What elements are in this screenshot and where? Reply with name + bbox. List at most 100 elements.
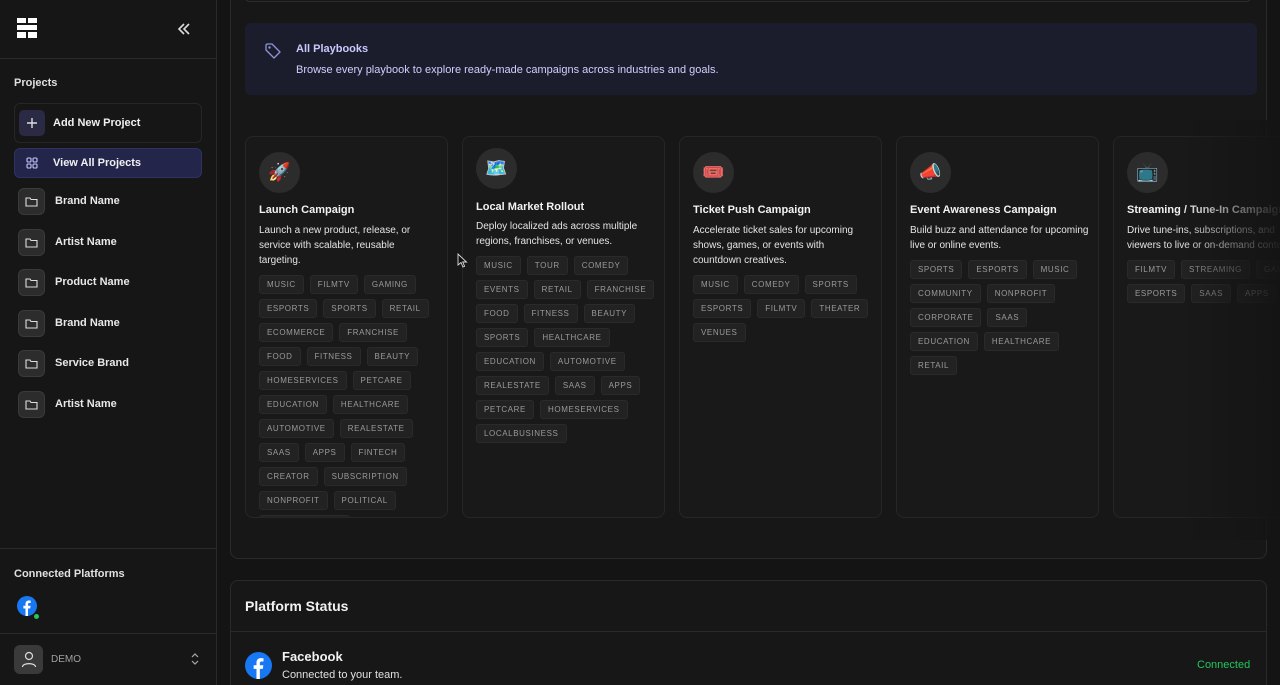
add-new-project-button[interactable]: Add New Project (14, 103, 202, 143)
tag-chip[interactable]: EDUCATION (910, 332, 978, 351)
collapse-sidebar-icon[interactable] (176, 21, 192, 37)
playbook-description: Launch a new product, release, or servic… (259, 225, 411, 266)
tag-chip[interactable]: COMEDY (743, 275, 799, 294)
tag-chip[interactable]: NONPROFIT (259, 491, 328, 510)
playbook-card[interactable]: 🚀 Launch Campaign Launch a new product, … (245, 136, 448, 518)
tag-chip[interactable]: BEAUTY (583, 304, 636, 323)
tag-chip[interactable]: FRANCHISE (339, 323, 407, 342)
tag-chip[interactable]: MUSIC (693, 275, 738, 294)
tag-chip[interactable]: THEATER (811, 299, 869, 318)
tag-chip[interactable]: SUBSCRIPTION (323, 467, 407, 486)
project-item[interactable]: Product Name (18, 268, 130, 296)
mouse-cursor-icon (457, 253, 468, 268)
tag-chip[interactable]: CORPORATE (910, 308, 982, 327)
playbook-card[interactable]: 📺 Streaming / Tune-In Campaign Drive tun… (1113, 136, 1280, 518)
tag-chip[interactable]: LOCALBUSINESS (259, 515, 350, 517)
tag-chip[interactable]: FILMTV (757, 299, 806, 318)
grid-icon (19, 150, 45, 176)
tag-chip[interactable]: PETCARE (476, 400, 534, 419)
tag-chip[interactable]: FILMTV (309, 275, 358, 294)
tag-chip[interactable]: COMMUNITY (910, 284, 981, 303)
app-logo-icon[interactable] (17, 18, 37, 38)
tag-chip[interactable]: LOCALBUSINESS (476, 424, 567, 443)
tag-chip[interactable]: SPORTS (476, 328, 529, 347)
playbook-card[interactable]: 🗺️ Local Market Rollout Deploy localized… (462, 136, 665, 518)
project-item[interactable]: Brand Name (18, 309, 120, 337)
divider (0, 633, 216, 634)
connected-status-dot (33, 613, 40, 620)
tag-chip[interactable]: NONPROFIT (986, 284, 1056, 303)
tag-chip[interactable]: RETAIL (910, 356, 958, 375)
folder-icon (18, 268, 45, 296)
tag-chip[interactable]: EDUCATION (259, 395, 327, 414)
tag-chip[interactable]: APPS (1237, 284, 1277, 303)
playbook-description: Accelerate ticket sales for upcoming sho… (693, 225, 854, 266)
user-avatar[interactable] (14, 645, 43, 674)
tag-chip[interactable]: HEALTHCARE (332, 395, 409, 414)
tag-chip[interactable]: SPORTS (910, 260, 963, 279)
tag-chip[interactable]: MUSIC (1032, 260, 1078, 279)
playbook-card[interactable]: 🎟️ Ticket Push Campaign Accelerate ticke… (679, 136, 882, 518)
tag-chip[interactable]: PETCARE (352, 371, 411, 390)
tag-chip[interactable]: HEALTHCARE (983, 332, 1060, 351)
tag-chip[interactable]: ESPORTS (968, 260, 1027, 279)
user-name: DEMO (51, 654, 81, 665)
project-item[interactable]: Artist Name (18, 228, 117, 256)
project-label: Artist Name (55, 236, 117, 248)
tag-chip[interactable]: ECOMMERCE (259, 323, 334, 342)
tag-chip[interactable]: CREATOR (259, 467, 318, 486)
tag-chip[interactable]: VENUES (693, 323, 746, 342)
tag-chip[interactable]: STREAMING (1181, 260, 1251, 279)
tag-chip[interactable]: FRANCHISE (586, 280, 655, 299)
tag-chip[interactable]: SPORTS (323, 299, 376, 318)
tag-chip[interactable]: HOMESERVICES (259, 371, 347, 390)
tag-chip[interactable]: SPORTS (804, 275, 857, 294)
view-all-projects-button[interactable]: View All Projects (14, 148, 202, 178)
tag-chip[interactable]: FOOD (259, 347, 301, 366)
project-label: Brand Name (55, 317, 120, 329)
tag-chip[interactable]: RETAIL (381, 299, 429, 318)
tag-list: SPORTS ESPORTS MUSIC COMMUNITY NONPROFIT CORP… (910, 260, 1095, 375)
tag-chip[interactable]: SAAS (259, 443, 299, 462)
tag-chip[interactable]: GAMING (1256, 260, 1280, 279)
tag-chip[interactable]: HEALTHCARE (534, 328, 610, 347)
tag-chip[interactable]: ESPORTS (693, 299, 752, 318)
tag-list: MUSIC FILMTV GAMING ESPORTS SPORTS RETAIL ECOM… (259, 275, 444, 517)
tag-chip[interactable]: FINTECH (350, 443, 406, 462)
tag-chip[interactable]: MUSIC (476, 256, 521, 275)
tag-chip[interactable]: AUTOMOTIVE (549, 352, 625, 371)
tag-chip[interactable]: ESPORTS (1127, 284, 1186, 303)
project-item[interactable]: Service Brand (18, 349, 129, 377)
tag-chip[interactable]: TOUR (526, 256, 568, 275)
tag-chip[interactable]: EVENTS (476, 280, 528, 299)
view-all-projects-label: View All Projects (53, 157, 142, 169)
project-item[interactable]: Artist Name (18, 390, 117, 418)
tag-chip[interactable]: REALESTATE (339, 419, 413, 438)
tag-chip[interactable]: SAAS (987, 308, 1028, 327)
tag-chip[interactable]: GAMING (363, 275, 416, 294)
tag-chip[interactable]: APPS (600, 376, 641, 395)
project-item[interactable]: Brand Name (18, 187, 120, 215)
tag-chip[interactable]: POLITICAL (333, 491, 396, 510)
tag-chip[interactable]: HOMESERVICES (540, 400, 628, 419)
tag-chip[interactable]: FITNESS (306, 347, 361, 366)
tag-chip[interactable]: SAAS (554, 376, 595, 395)
tag-chip[interactable]: AUTOMOTIVE (259, 419, 334, 438)
tag-chip[interactable]: COMEDY (573, 256, 629, 275)
tag-chip[interactable]: BEAUTY (366, 347, 419, 366)
tag-chip[interactable]: EDUCATION (476, 352, 544, 371)
chevron-up-down-icon[interactable] (189, 652, 201, 666)
tag-chip[interactable]: FITNESS (523, 304, 578, 323)
rocket-icon: 🚀 (259, 152, 300, 193)
tag-chip[interactable]: FILMTV (1127, 260, 1176, 279)
project-label: Product Name (55, 276, 130, 288)
playbook-card[interactable]: 📣 Event Awareness Campaign Build buzz an… (896, 136, 1099, 518)
tag-chip[interactable]: ESPORTS (259, 299, 318, 318)
tag-chip[interactable]: APPS (304, 443, 345, 462)
plus-icon (19, 110, 45, 136)
tag-chip[interactable]: SAAS (1191, 284, 1232, 303)
tag-chip[interactable]: MUSIC (259, 275, 304, 294)
tag-chip[interactable]: REALESTATE (476, 376, 549, 395)
tag-chip[interactable]: RETAIL (533, 280, 581, 299)
tag-chip[interactable]: FOOD (476, 304, 518, 323)
